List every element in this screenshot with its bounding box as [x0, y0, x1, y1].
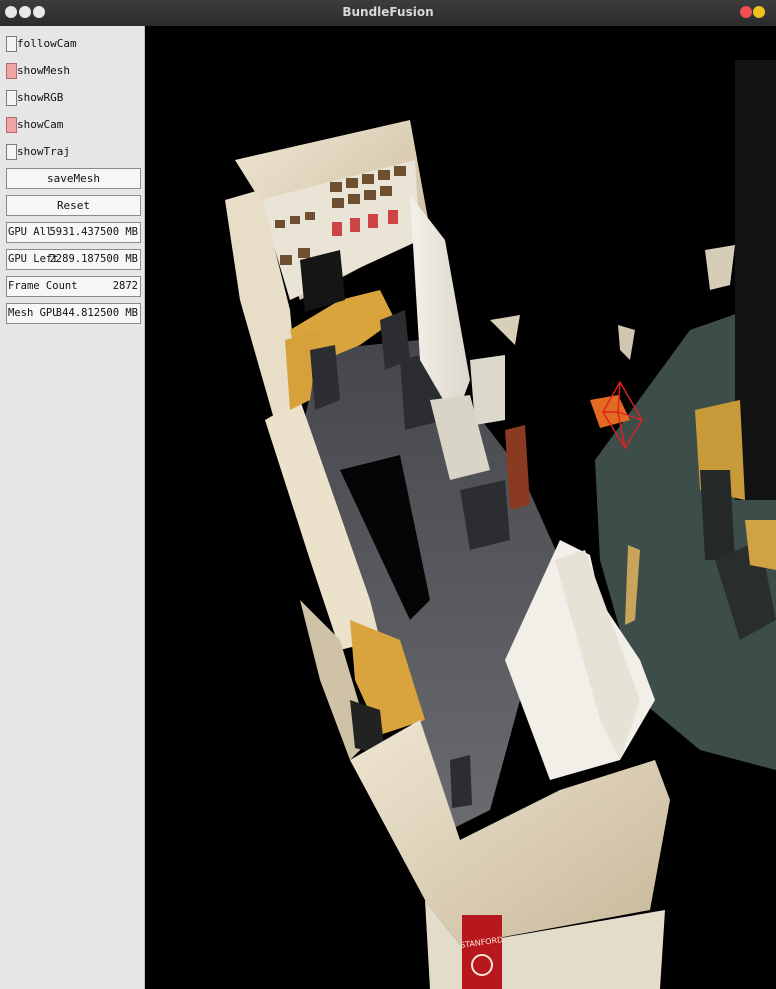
control-panel: followCam showMesh showRGB showCam showT… — [0, 26, 145, 989]
showcam-label: showCam — [17, 118, 64, 131]
cabinet — [470, 355, 505, 425]
reset-button[interactable]: Reset — [6, 195, 141, 216]
showcam-checkbox[interactable] — [6, 117, 17, 133]
close-button[interactable] — [740, 6, 752, 18]
gpu-left-stat: GPU Left 2289.187500 MB — [6, 249, 141, 270]
followcam-toggle[interactable]: followCam — [5, 34, 141, 54]
stat-key: GPU All — [8, 226, 53, 238]
reconstructed-room-mesh: STANFORD — [225, 60, 776, 989]
title-bar: BundleFusion — [0, 0, 776, 27]
mesh-fragment — [490, 315, 520, 345]
followcam-label: followCam — [17, 37, 77, 50]
showtraj-checkbox[interactable] — [6, 144, 17, 160]
showtraj-label: showTraj — [17, 145, 70, 158]
stat-key: Mesh GPU — [8, 307, 59, 319]
mesh-gpu-stat: Mesh GPU 344.812500 MB — [6, 303, 141, 324]
mesh-fragment — [705, 245, 735, 290]
showcam-toggle[interactable]: showCam — [5, 115, 141, 135]
window-title: BundleFusion — [342, 5, 434, 19]
showmesh-toggle[interactable]: showMesh — [5, 61, 141, 81]
stat-value: 2872 — [112, 280, 138, 292]
showrgb-checkbox[interactable] — [6, 90, 17, 106]
showmesh-checkbox[interactable] — [6, 63, 17, 79]
showrgb-toggle[interactable]: showRGB — [5, 88, 141, 108]
minimize-button[interactable] — [753, 6, 765, 18]
showrgb-label: showRGB — [17, 91, 64, 104]
reconstruction-viewport[interactable]: STANFORD — [145, 26, 776, 989]
adjacent-chair — [700, 470, 735, 560]
stat-value: 5931.437500 MB — [49, 226, 138, 238]
stat-value: 2289.187500 MB — [49, 253, 138, 265]
showtraj-toggle[interactable]: showTraj — [5, 142, 141, 162]
stat-value: 344.812500 MB — [55, 307, 138, 319]
gpu-all-stat: GPU All 5931.437500 MB — [6, 222, 141, 243]
stat-key: Frame Count — [8, 280, 78, 292]
frame-count-stat: Frame Count 2872 — [6, 276, 141, 297]
save-mesh-button[interactable]: saveMesh — [6, 168, 141, 189]
stanford-poster — [462, 915, 502, 989]
showmesh-label: showMesh — [17, 64, 70, 77]
mesh-fragment — [618, 325, 635, 360]
followcam-checkbox[interactable] — [6, 36, 17, 52]
